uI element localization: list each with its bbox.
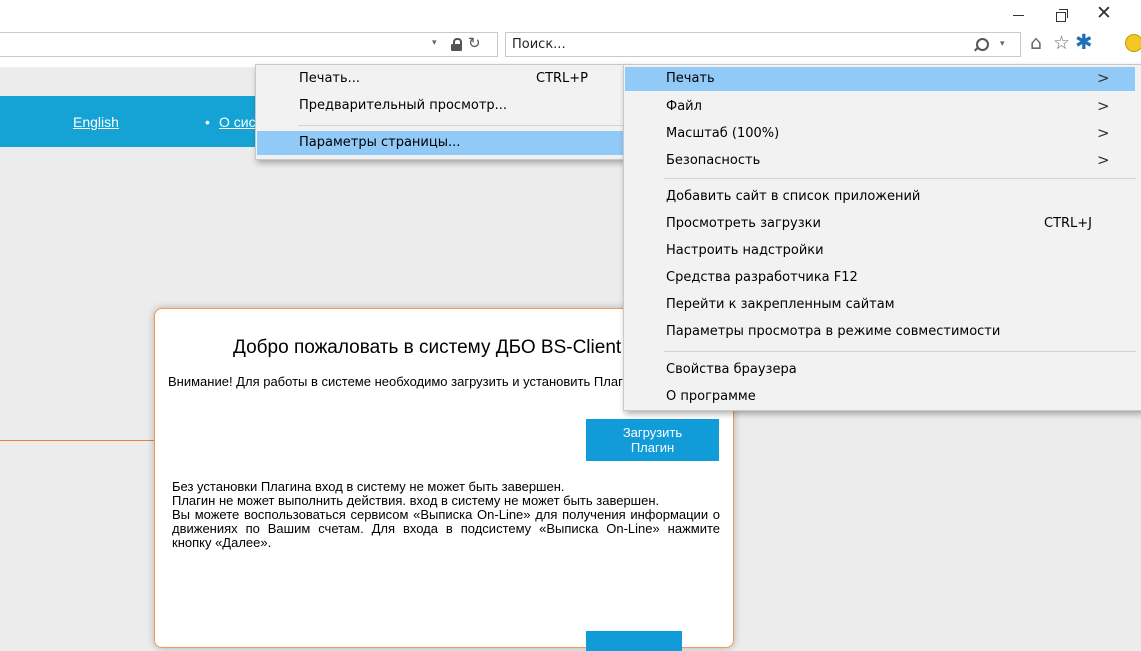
menu-item-file[interactable]: Файл > [625, 95, 1135, 119]
menu-item-compatibility-view[interactable]: Параметры просмотра в режиме совместимос… [625, 320, 1135, 344]
download-plugin-button[interactable]: Загрузить Плагин [586, 419, 719, 461]
nav-bullet: • [205, 114, 210, 130]
menu-item-label: Масштаб (100%) [666, 126, 780, 141]
address-bar[interactable] [0, 32, 498, 57]
favorites-star-icon[interactable]: ☆ [1053, 33, 1070, 53]
menu-item-label: Печать... [299, 71, 361, 86]
menu-item-pinned-sites[interactable]: Перейти к закрепленным сайтам [625, 293, 1135, 317]
menu-item-label: Свойства браузера [666, 362, 797, 377]
next-button[interactable] [586, 631, 682, 651]
menu-item-zoom[interactable]: Масштаб (100%) > [625, 122, 1135, 146]
menu-separator [664, 178, 1136, 179]
menu-item-about[interactable]: О программе [625, 385, 1135, 409]
dialog-paragraph: Вы можете воспользоваться сервисом «Выпи… [172, 507, 720, 550]
gear-icon[interactable]: ✱ [1075, 31, 1093, 53]
minimize-button[interactable] [1009, 4, 1029, 24]
orange-divider [0, 440, 155, 441]
search-dropdown-icon[interactable]: ▾ [1000, 39, 1005, 49]
dialog-paragraph: Без установки Плагина вход в систему не … [172, 479, 565, 494]
address-dropdown-icon[interactable]: ▾ [432, 38, 437, 48]
menu-item-label: Добавить сайт в список приложений [666, 189, 921, 204]
menu-item-label: Предварительный просмотр... [299, 98, 508, 113]
nav-link-about[interactable]: О системе [219, 114, 255, 130]
menu-item-label: Параметры просмотра в режиме совместимос… [666, 324, 1001, 339]
menu-item-add-site-to-apps[interactable]: Добавить сайт в список приложений [625, 185, 1135, 209]
menu-item-print[interactable]: Печать... CTRL+P [257, 67, 623, 91]
download-plugin-label: Загрузить Плагин [622, 425, 683, 455]
print-submenu: Печать... CTRL+P Предварительный просмот… [255, 64, 627, 160]
menu-item-print[interactable]: Печать > [625, 67, 1135, 91]
menu-item-manage-addons[interactable]: Настроить надстройки [625, 239, 1135, 263]
menu-item-page-setup[interactable]: Параметры страницы... [257, 131, 623, 155]
menu-item-developer-tools[interactable]: Средства разработчика F12 [625, 266, 1135, 290]
tools-menu: Печать > Файл > Масштаб (100%) > Безопас… [623, 64, 1141, 411]
menu-item-safety[interactable]: Безопасность > [625, 149, 1135, 173]
menu-item-shortcut: CTRL+J [1044, 216, 1093, 231]
close-button[interactable]: ✕ [1094, 2, 1114, 24]
dialog-title: Добро пожаловать в систему ДБО BS-Client [233, 337, 622, 358]
menu-item-view-downloads[interactable]: Просмотреть загрузки CTRL+J [625, 212, 1135, 236]
chevron-right-icon: > [1097, 151, 1110, 169]
menu-item-label: Просмотреть загрузки [666, 216, 821, 231]
chevron-right-icon: > [1097, 124, 1110, 142]
menu-item-label: Параметры страницы... [299, 135, 461, 150]
dialog-body: Без установки Плагина вход в систему не … [172, 480, 720, 550]
lock-icon[interactable] [451, 38, 462, 51]
menu-separator [664, 351, 1136, 352]
restore-button[interactable] [1051, 4, 1071, 24]
refresh-icon[interactable]: ↻ [468, 34, 481, 52]
menu-item-internet-options[interactable]: Свойства браузера [625, 358, 1135, 382]
home-icon[interactable]: ⌂ [1030, 33, 1042, 53]
feedback-smiley-icon[interactable] [1125, 34, 1141, 52]
menu-item-label: Печать [666, 71, 715, 86]
search-box[interactable]: ▾ [505, 32, 1021, 57]
menu-item-label: Файл [666, 99, 702, 114]
search-icon[interactable] [976, 38, 989, 51]
chevron-right-icon: > [1097, 97, 1110, 115]
dialog-warning: Внимание! Для работы в системе необходим… [168, 374, 638, 389]
menu-item-label: Безопасность [666, 153, 761, 168]
search-input[interactable] [512, 35, 952, 54]
menu-item-print-preview[interactable]: Предварительный просмотр... [257, 94, 623, 118]
dialog-paragraph: Плагин не может выполнить действия. вход… [172, 493, 660, 508]
menu-item-shortcut: CTRL+P [536, 71, 589, 86]
menu-separator [298, 125, 624, 126]
menu-item-label: Перейти к закрепленным сайтам [666, 297, 895, 312]
chevron-right-icon: > [1097, 69, 1110, 87]
menu-item-label: О программе [666, 389, 756, 404]
menu-item-label: Средства разработчика F12 [666, 270, 858, 285]
nav-link-english[interactable]: English [73, 114, 119, 130]
menu-item-label: Настроить надстройки [666, 243, 824, 258]
